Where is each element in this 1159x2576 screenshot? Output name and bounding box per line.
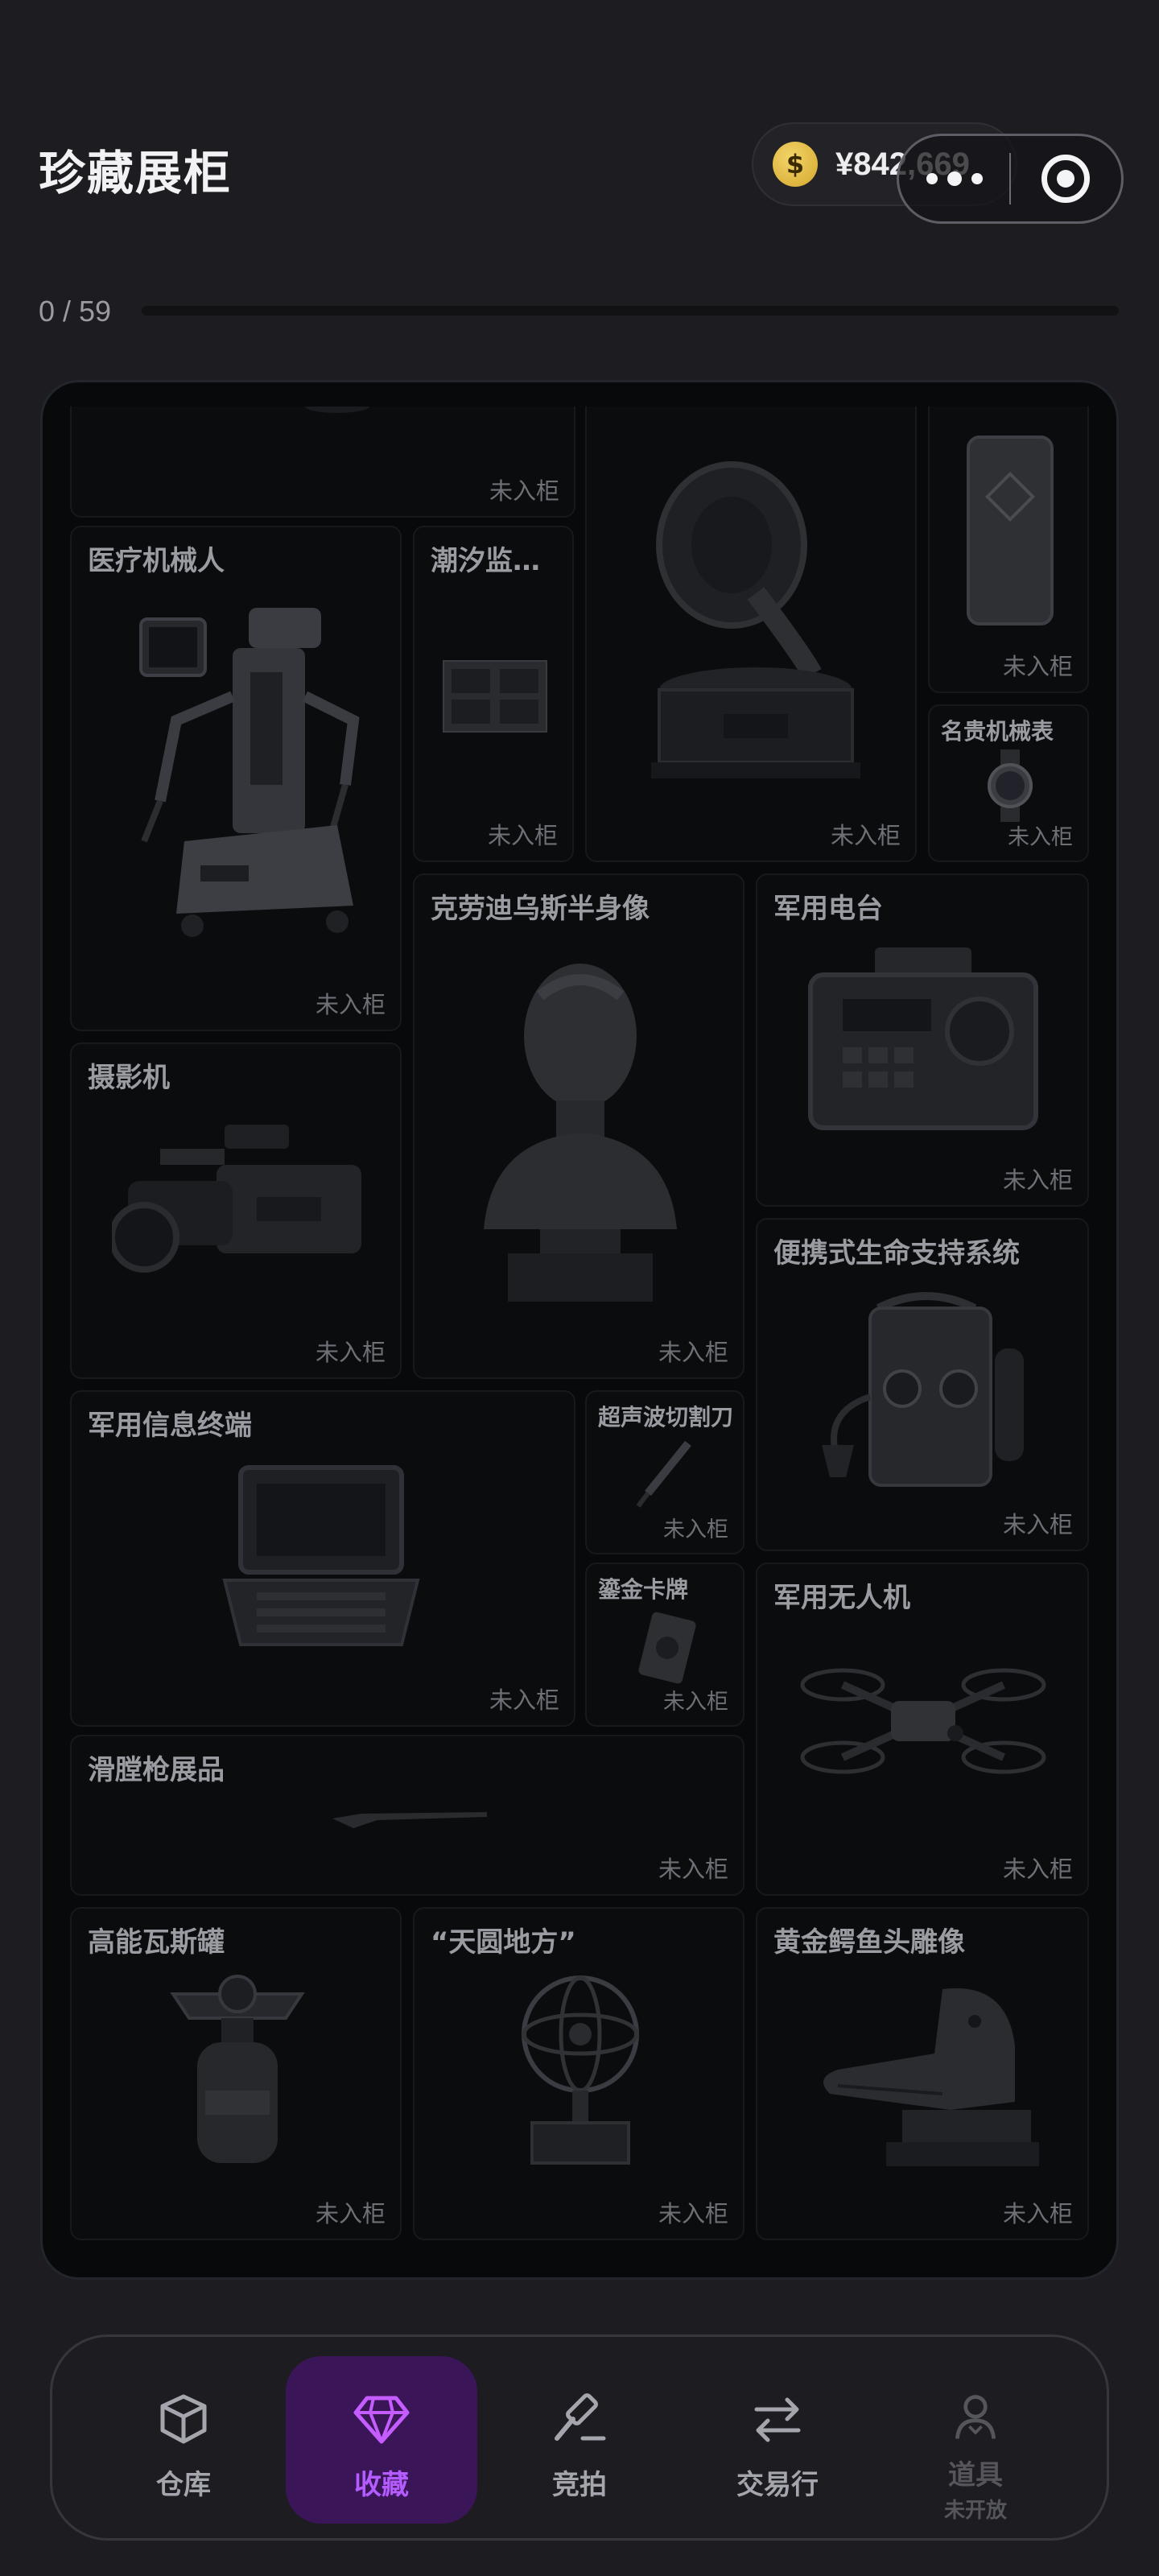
- slot-name: 名贵机械表: [941, 718, 1054, 745]
- slot-status: 未入柜: [658, 2200, 728, 2227]
- slot-status: 未入柜: [315, 2200, 386, 2227]
- tab-trading[interactable]: 交易行: [682, 2356, 873, 2524]
- swap-arrows-icon: [754, 2397, 801, 2442]
- medical-robot-icon: [139, 608, 360, 937]
- slot-status: 未入柜: [489, 1686, 559, 1714]
- slot-name: 超声波切割刀: [598, 1404, 734, 1430]
- slot-status: 未入柜: [1002, 2200, 1073, 2227]
- silver-bar-icon: [967, 436, 1054, 625]
- more-menu-button[interactable]: [899, 136, 1009, 221]
- slot-status: 未入柜: [658, 1856, 728, 1883]
- tab-warehouse[interactable]: 仓库: [88, 2356, 279, 2524]
- cabinet-slot[interactable]: 便携式生命支持系统 未入柜: [756, 1218, 1089, 1551]
- cabinet-slot[interactable]: 军用电台 未入柜: [756, 873, 1089, 1207]
- slot-name: 滑膛枪展品: [88, 1754, 225, 1786]
- slot-status: 未入柜: [487, 822, 558, 849]
- tab-items[interactable]: 道具 未开放: [880, 2356, 1071, 2524]
- slot-name: 高能瓦斯罐: [88, 1926, 225, 1959]
- cabinet-slot[interactable]: 未入柜: [70, 407, 575, 518]
- slot-name: 军用无人机: [773, 1582, 910, 1614]
- cabinet-grid[interactable]: 未入柜 医疗机械人 未入柜 潮汐监… 未入柜 未入柜 未入柜 名贵机械表 未入柜…: [70, 407, 1097, 2258]
- slot-status: 未入柜: [1002, 1511, 1073, 1538]
- diamond-icon: [353, 2396, 410, 2444]
- cabinet-slot[interactable]: 潮汐监… 未入柜: [413, 526, 574, 862]
- cabinet-slot[interactable]: 克劳迪乌斯半身像 未入柜: [413, 873, 744, 1379]
- close-mini-program-button[interactable]: [1011, 136, 1121, 221]
- slot-name: 军用信息终端: [88, 1410, 252, 1442]
- tab-label: 竞拍: [552, 2469, 607, 2501]
- collection-progress-bar: [142, 306, 1119, 316]
- slot-name: 黄金鳄鱼头雕像: [773, 1926, 965, 1959]
- slot-status: 未入柜: [663, 1517, 728, 1542]
- tab-label: 道具: [948, 2459, 1003, 2491]
- gold-card-icon: [638, 1612, 696, 1684]
- more-dot-icon: [971, 173, 983, 184]
- tab-label: 收藏: [354, 2469, 409, 2501]
- slot-status: 未入柜: [830, 822, 901, 849]
- crocodile-head-icon: [823, 1988, 1039, 2166]
- more-dot-icon: [947, 171, 962, 186]
- cabinet-slot[interactable]: 鎏金卡牌 未入柜: [585, 1563, 744, 1727]
- cabinet-slot[interactable]: “天圆地方” 未入柜: [413, 1907, 744, 2240]
- cabinet-slot[interactable]: 医疗机械人 未入柜: [70, 526, 402, 1031]
- slot-status: 未入柜: [658, 1339, 728, 1366]
- slot-name: “天圆地方”: [431, 1926, 576, 1959]
- slot-name: 潮汐监…: [431, 545, 540, 577]
- slot-name: 摄影机: [88, 1062, 170, 1094]
- radio-icon: [808, 947, 1038, 1130]
- slot-status: 未入柜: [1008, 825, 1073, 850]
- drone-icon: [800, 1668, 1046, 1774]
- cabinet-slot[interactable]: 滑膛枪展品 未入柜: [70, 1735, 744, 1896]
- slot-name: 便携式生命支持系统: [773, 1237, 1020, 1269]
- cabinet-slot[interactable]: 名贵机械表 未入柜: [928, 704, 1089, 862]
- armillary-sphere-icon: [522, 1975, 639, 2165]
- life-support-icon: [822, 1292, 1024, 1487]
- more-dot-icon: [926, 173, 938, 184]
- box-icon: [160, 2394, 207, 2444]
- slot-name: 医疗机械人: [88, 545, 225, 577]
- gas-canister-icon: [170, 1975, 305, 2163]
- slot-status: 未入柜: [489, 477, 559, 505]
- gramophone-icon: [651, 461, 860, 778]
- tab-collection[interactable]: 收藏: [286, 2356, 477, 2524]
- tab-label: 交易行: [736, 2469, 819, 2501]
- ultrasonic-knife-icon: [636, 1440, 691, 1508]
- cabinet-slot[interactable]: 摄影机 未入柜: [70, 1042, 402, 1379]
- slot-name: 军用电台: [773, 893, 883, 925]
- collection-progress-label: 0 / 59: [39, 295, 112, 328]
- tab-auction[interactable]: 竞拍: [484, 2356, 675, 2524]
- cabinet-slot[interactable]: 未入柜: [585, 407, 917, 862]
- page-title: 珍藏展柜: [39, 146, 233, 200]
- mini-program-capsule: [897, 134, 1124, 224]
- cabinet-slot[interactable]: 未入柜: [928, 407, 1089, 693]
- video-camera-icon: [112, 1125, 361, 1273]
- slot-status: 未入柜: [1002, 1166, 1073, 1194]
- bottom-tab-bar: 仓库 收藏 竞拍 交易行 道具 未开放: [50, 2334, 1109, 2541]
- rugged-laptop-icon: [222, 1465, 420, 1646]
- slot-name: 鎏金卡牌: [598, 1576, 689, 1603]
- cabinet-slot[interactable]: 军用信息终端 未入柜: [70, 1390, 575, 1727]
- tab-label: 仓库: [156, 2469, 211, 2501]
- slot-status: 未入柜: [1002, 1856, 1073, 1883]
- coin-icon: $: [773, 142, 818, 187]
- tide-monitor-icon: [443, 660, 547, 733]
- bust-icon: [484, 964, 677, 1302]
- display-cabinet[interactable]: 未入柜 医疗机械人 未入柜 潮汐监… 未入柜 未入柜 未入柜 名贵机械表 未入柜…: [40, 380, 1119, 2280]
- cabinet-slot[interactable]: 黄金鳄鱼头雕像 未入柜: [756, 1907, 1089, 2240]
- watch-icon: [988, 749, 1033, 822]
- cabinet-slot[interactable]: 高能瓦斯罐 未入柜: [70, 1907, 402, 2240]
- unknown-item-icon: [305, 407, 369, 413]
- cabinet-slot[interactable]: 军用无人机 未入柜: [756, 1563, 1089, 1896]
- slot-status: 未入柜: [315, 991, 386, 1018]
- slot-status: 未入柜: [315, 1339, 386, 1366]
- musket-icon: [332, 1812, 487, 1828]
- slot-status: 未入柜: [1002, 653, 1073, 680]
- tab-sub-label: 未开放: [943, 2499, 1007, 2523]
- slot-status: 未入柜: [663, 1690, 728, 1715]
- target-close-icon: [1041, 155, 1091, 203]
- person-icon: [955, 2395, 996, 2439]
- gavel-icon: [555, 2393, 606, 2441]
- slot-name: 克劳迪乌斯半身像: [431, 893, 650, 925]
- cabinet-slot[interactable]: 超声波切割刀 未入柜: [585, 1390, 744, 1554]
